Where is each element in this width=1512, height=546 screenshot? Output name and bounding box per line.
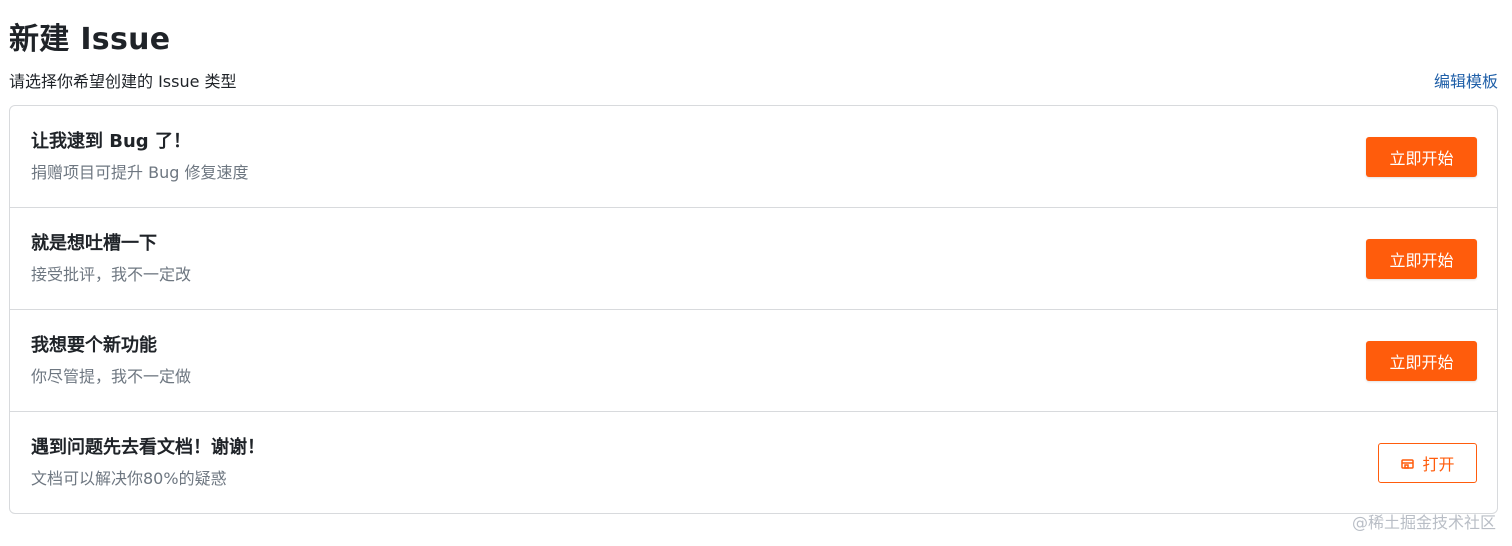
item-title: 让我逮到 Bug 了！: [31, 130, 191, 152]
item-text: 我想要个新功能 你尽管提，我不一定做: [31, 333, 191, 389]
item-title: 我想要个新功能: [31, 334, 157, 356]
item-text: 遇到问题先去看文档！谢谢！ 文档可以解决你80%的疑惑: [31, 435, 265, 491]
start-button[interactable]: 立即开始: [1366, 340, 1477, 381]
issue-type-list: 让我逮到 Bug 了！ 捐赠项目可提升 Bug 修复速度 立即开始 就是想吐槽一…: [9, 105, 1498, 514]
item-description: 接受批评，我不一定改: [31, 264, 192, 284]
issue-type-item-docs: 遇到问题先去看文档！谢谢！ 文档可以解决你80%的疑惑 打开: [10, 411, 1497, 513]
issue-type-item-feedback: 就是想吐槽一下 接受批评，我不一定改 立即开始: [10, 207, 1497, 309]
start-button[interactable]: 立即开始: [1366, 136, 1477, 177]
edit-template-link[interactable]: 编辑模板: [1434, 69, 1498, 95]
issue-type-item-feature: 我想要个新功能 你尽管提，我不一定做 立即开始: [10, 309, 1497, 411]
page-title: 新建 Issue: [9, 22, 171, 57]
item-text: 让我逮到 Bug 了！ 捐赠项目可提升 Bug 修复速度: [31, 129, 248, 185]
item-description: 你尽管提，我不一定做: [31, 366, 192, 386]
page-subtitle: 请选择你希望创建的 Issue 类型: [9, 72, 237, 91]
external-link-icon: [1400, 455, 1416, 471]
issue-type-item-bug: 让我逮到 Bug 了！ 捐赠项目可提升 Bug 修复速度 立即开始: [10, 106, 1497, 207]
start-button[interactable]: 立即开始: [1366, 238, 1477, 279]
header-row: 请选择你希望创建的 Issue 类型 编辑模板: [9, 69, 1498, 95]
item-text: 就是想吐槽一下 接受批评，我不一定改: [31, 231, 191, 287]
open-docs-button[interactable]: 打开: [1378, 442, 1477, 483]
item-title: 就是想吐槽一下: [31, 232, 157, 254]
item-description: 文档可以解决你80%的疑惑: [31, 468, 227, 488]
open-button-label: 打开: [1422, 454, 1455, 474]
new-issue-page: 新建 Issue 请选择你希望创建的 Issue 类型 编辑模板 让我逮到 Bu…: [0, 0, 1512, 546]
watermark: @稀土掘金技术社区: [1351, 513, 1496, 532]
item-title: 遇到问题先去看文档！谢谢！: [31, 436, 265, 458]
item-description: 捐赠项目可提升 Bug 修复速度: [31, 162, 249, 182]
